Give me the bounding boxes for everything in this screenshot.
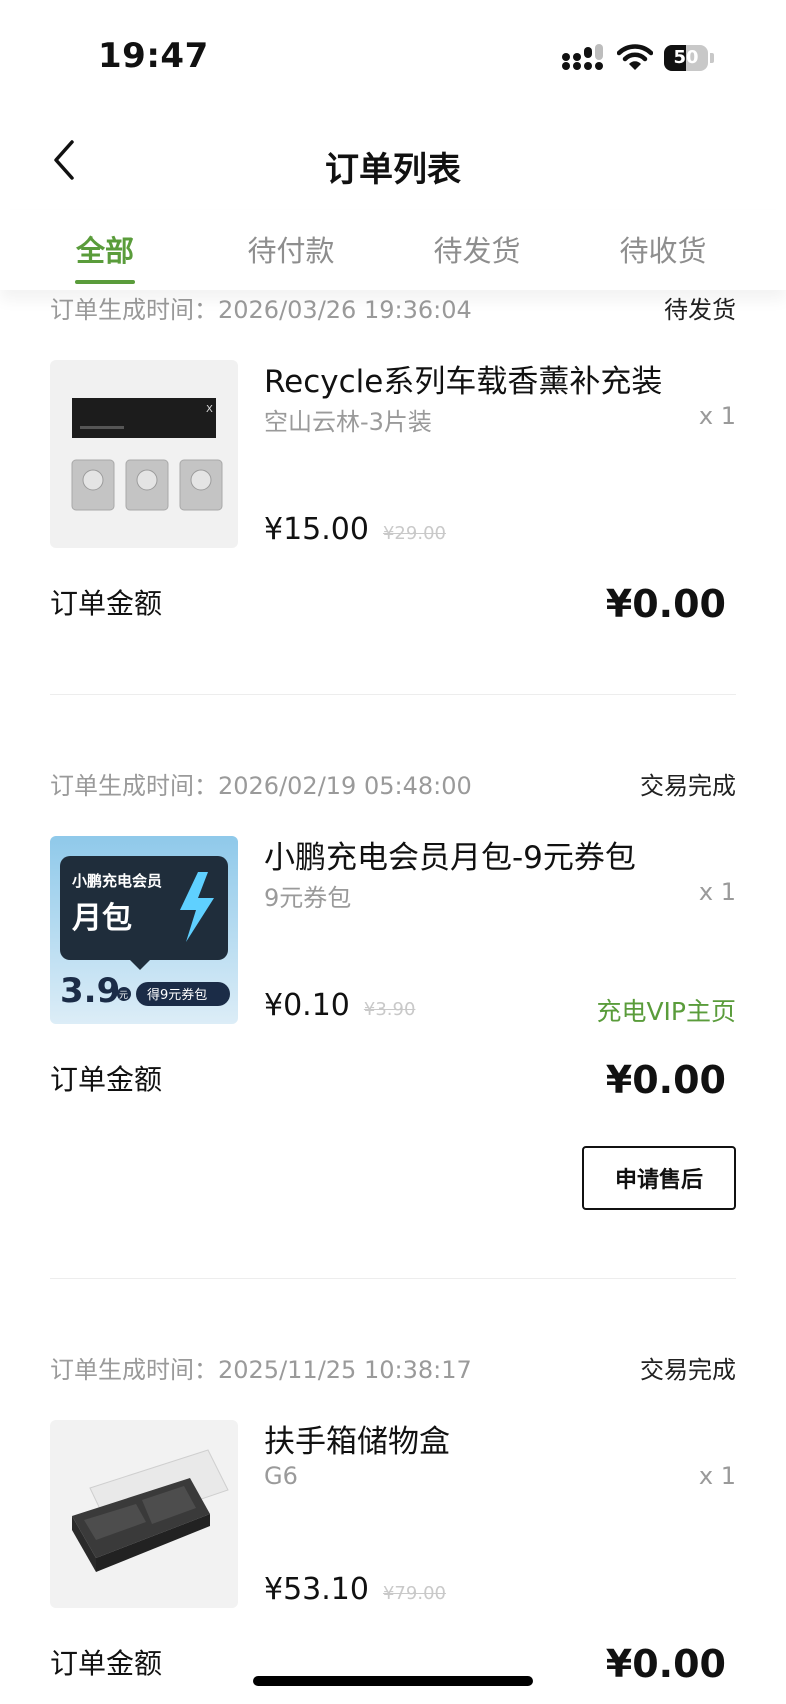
after-sale-button[interactable]: 申请售后 <box>582 1146 736 1210</box>
battery-level: 50 <box>673 47 699 68</box>
product-original-price: ¥29.00 <box>382 523 446 544</box>
tab-bar: 全部 待付款 待发货 待收货 <box>0 210 786 290</box>
product-variant: 空山云林-3片装 <box>264 408 432 436</box>
product-image[interactable]: X <box>50 360 238 548</box>
product-quantity: x 1 <box>698 402 736 430</box>
svg-text:X: X <box>206 404 213 415</box>
order-time: 订单生成时间：2026/03/26 19:36:04 <box>50 296 472 324</box>
image-badge-text: 得9元券包 <box>147 987 207 1003</box>
charging-vip-link[interactable]: 充电VIP主页 <box>596 992 736 1028</box>
tab-active-indicator <box>75 280 135 284</box>
product-variant: G6 <box>264 1462 298 1490</box>
tab-pending-receipt[interactable]: 待收货 <box>570 228 756 270</box>
product-image[interactable] <box>50 1420 238 1608</box>
product-title: 扶手箱储物盒 <box>264 1424 450 1460</box>
home-indicator <box>253 1676 533 1686</box>
tab-pending-shipment[interactable]: 待发货 <box>384 228 570 270</box>
battery-icon: 50 <box>664 45 714 71</box>
status-time: 19:47 <box>98 36 209 76</box>
price-row: ¥53.10 ¥79.00 <box>264 1572 446 1607</box>
image-unit-text: 元 <box>119 991 128 1001</box>
order-amount: ¥0.00 <box>605 1058 726 1102</box>
product-price: ¥15.00 <box>264 512 369 547</box>
order-status: 交易完成 <box>640 772 736 800</box>
product-title: 小鹏充电会员月包-9元券包 <box>264 840 636 876</box>
order-amount: ¥0.00 <box>605 1642 726 1686</box>
price-row: ¥15.00 ¥29.00 <box>264 512 446 547</box>
product-original-price: ¥3.90 <box>363 999 416 1020</box>
image-name-text: 月包 <box>72 901 132 936</box>
wifi-icon <box>617 44 653 70</box>
signal-icon <box>562 44 603 70</box>
order-divider <box>50 1278 736 1279</box>
product-variant: 9元券包 <box>264 884 352 912</box>
price-row: ¥0.10 ¥3.90 <box>264 988 415 1023</box>
order-amount-label: 订单金额 <box>50 587 163 620</box>
order-amount: ¥0.00 <box>605 582 726 626</box>
product-price: ¥53.10 <box>264 1572 369 1607</box>
nav-bar: 订单列表 <box>0 110 786 210</box>
page-title: 订单列表 <box>325 150 461 190</box>
order-amount-label: 订单金额 <box>50 1647 163 1680</box>
status-bar: 19:47 50 <box>0 0 786 110</box>
order-status: 交易完成 <box>640 1356 736 1384</box>
product-original-price: ¥79.00 <box>382 1583 446 1604</box>
product-quantity: x 1 <box>698 878 736 906</box>
order-status: 待发货 <box>664 296 736 324</box>
tab-pending-payment[interactable]: 待付款 <box>198 228 384 270</box>
order-time: 订单生成时间：2026/02/19 05:48:00 <box>50 772 472 800</box>
product-quantity: x 1 <box>698 1462 736 1490</box>
tab-all[interactable]: 全部 <box>12 228 198 270</box>
product-price: ¥0.10 <box>264 988 350 1023</box>
image-brand-text: 小鹏充电会员 <box>72 872 162 890</box>
order-amount-label: 订单金额 <box>50 1063 163 1096</box>
order-time: 订单生成时间：2025/11/25 10:38:17 <box>50 1356 472 1384</box>
order-divider <box>50 694 736 695</box>
product-image[interactable]: 小鹏充电会员 月包 3.9 元 得9元券包 <box>50 836 238 1024</box>
image-price-text: 3.9 <box>60 971 120 1011</box>
product-title: Recycle系列车载香薰补充装 <box>264 364 663 400</box>
